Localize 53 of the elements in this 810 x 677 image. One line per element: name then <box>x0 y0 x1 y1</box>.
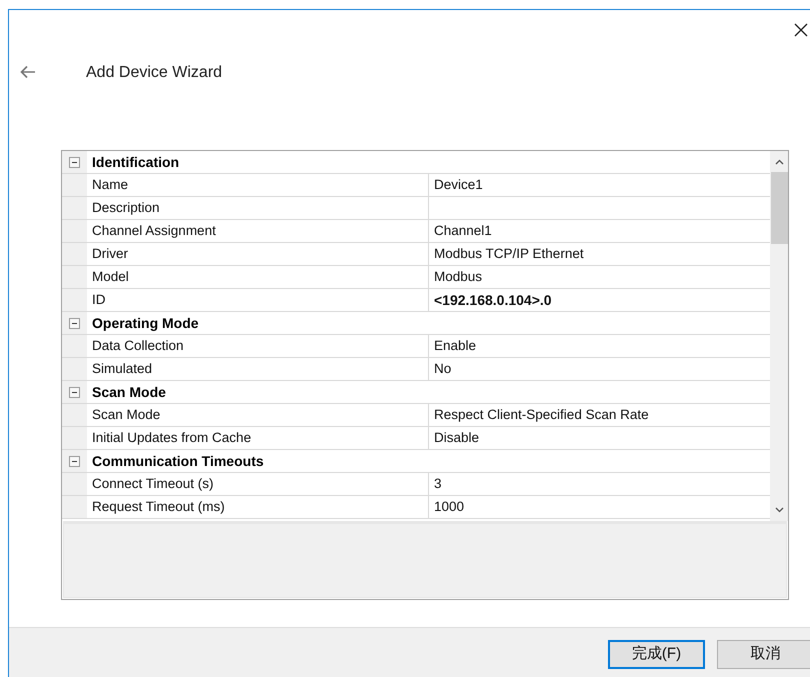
section-row[interactable]: Operating Mode <box>62 312 770 335</box>
property-name: Connect Timeout (s) <box>92 474 214 493</box>
property-value[interactable]: Channel1 <box>434 220 492 242</box>
property-value[interactable]: <192.168.0.104>.0 <box>434 290 552 310</box>
property-name: ID <box>92 290 106 309</box>
collapse-icon[interactable] <box>69 456 80 466</box>
property-name: Name <box>92 176 128 194</box>
property-name: Initial Updates from Cache <box>92 428 252 447</box>
scroll-down-icon[interactable] <box>774 507 784 513</box>
property-value[interactable]: Modbus TCP/IP Ethernet <box>434 244 584 264</box>
dialog-button[interactable]: 完成(F) <box>608 640 705 669</box>
property-row[interactable]: Data Collection Enable <box>62 335 770 358</box>
property-row[interactable]: Model Modbus <box>62 266 770 289</box>
property-name: Request Timeout (ms) <box>92 498 225 516</box>
property-value[interactable]: 3 <box>434 474 442 494</box>
property-value[interactable]: Respect Client-Specified Scan Rate <box>434 404 649 426</box>
scrollbar-thumb[interactable] <box>770 172 788 244</box>
section-header: Operating Mode <box>91 314 199 333</box>
section-row[interactable]: Scan Mode <box>62 381 770 404</box>
property-value[interactable]: Modbus <box>434 266 482 288</box>
property-name: Model <box>92 268 129 286</box>
back-arrow-icon[interactable] <box>20 65 36 79</box>
section-header: Identification <box>91 152 180 172</box>
property-row[interactable]: Connect Timeout (s) 3 <box>62 473 770 496</box>
property-name: Scan Mode <box>92 406 160 424</box>
collapse-icon[interactable] <box>69 156 80 168</box>
section-header: Scan Mode <box>91 382 166 402</box>
property-value[interactable]: 1000 <box>434 496 464 518</box>
scroll-up-icon[interactable] <box>774 159 784 165</box>
property-value[interactable]: No <box>434 358 452 380</box>
property-name: Data Collection <box>92 336 184 355</box>
property-name: Description <box>92 198 160 217</box>
property-value[interactable]: Device1 <box>434 174 483 196</box>
property-value[interactable]: Enable <box>434 336 476 356</box>
property-row[interactable]: Driver Modbus TCP/IP Ethernet <box>62 243 770 266</box>
property-name: Channel Assignment <box>92 222 216 240</box>
property-name: Driver <box>92 244 128 263</box>
collapse-icon[interactable] <box>69 386 80 398</box>
section-row[interactable]: Communication Timeouts <box>62 450 770 473</box>
property-row[interactable]: Channel Assignment Channel1 <box>62 220 770 243</box>
property-row[interactable]: Request Timeout (ms) 1000 <box>62 496 770 519</box>
property-row[interactable]: Description <box>62 197 770 220</box>
property-row[interactable]: Name Device1 <box>62 174 770 197</box>
section-row[interactable]: Identification <box>62 151 770 174</box>
scrollbar[interactable] <box>770 151 788 521</box>
dialog-button[interactable]: 取消 <box>717 640 810 669</box>
window-title: Add Device Wizard <box>86 63 222 83</box>
section-header: Communication Timeouts <box>91 452 264 470</box>
collapse-icon[interactable] <box>69 318 80 328</box>
property-row[interactable]: Scan Mode Respect Client-Specified Scan Rate <box>62 404 770 427</box>
property-name: Simulated <box>92 360 152 378</box>
close-icon[interactable] <box>794 23 808 37</box>
property-value[interactable]: Disable <box>434 428 480 448</box>
